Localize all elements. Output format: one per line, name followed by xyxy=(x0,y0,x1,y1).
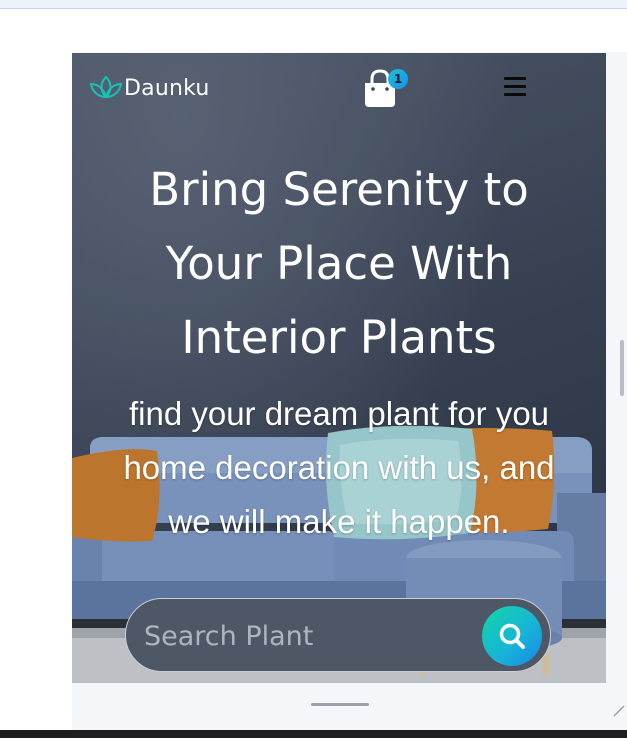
top-navbar: Daunku 1 xyxy=(72,53,606,123)
search-bar xyxy=(125,598,551,672)
hero-headline: Bring Serenity to Your Place With Interi… xyxy=(72,153,606,375)
cart-count-badge: 1 xyxy=(388,69,408,89)
lotus-leaf-icon xyxy=(88,73,124,103)
search-icon xyxy=(499,623,525,649)
headline-line: Bring Serenity to xyxy=(149,163,529,216)
drag-handle[interactable] xyxy=(311,703,369,710)
subtitle-line: find your dream plant for you xyxy=(128,395,550,432)
scrollbar-thumb[interactable] xyxy=(620,340,624,396)
search-button[interactable] xyxy=(482,606,542,666)
hero-section: Daunku 1 Bring Serenity to Your Place Wi… xyxy=(72,53,606,683)
headline-line: Interior Plants xyxy=(181,311,497,364)
hero-subtitle: find your dream plant for you home decor… xyxy=(86,387,592,549)
headline-line: Your Place With xyxy=(165,237,513,290)
hamburger-menu-icon[interactable] xyxy=(504,77,528,99)
search-input[interactable] xyxy=(142,615,466,657)
subtitle-line: home decoration with us, and xyxy=(123,449,555,486)
browser-top-strip xyxy=(0,0,627,9)
taskbar-edge xyxy=(0,730,627,738)
brand-logo[interactable]: Daunku xyxy=(88,73,210,103)
subtitle-line: we will make it happen. xyxy=(168,503,510,540)
resize-grip-icon[interactable] xyxy=(612,700,626,718)
brand-name: Daunku xyxy=(124,75,210,101)
cart-button[interactable]: 1 xyxy=(362,67,410,109)
